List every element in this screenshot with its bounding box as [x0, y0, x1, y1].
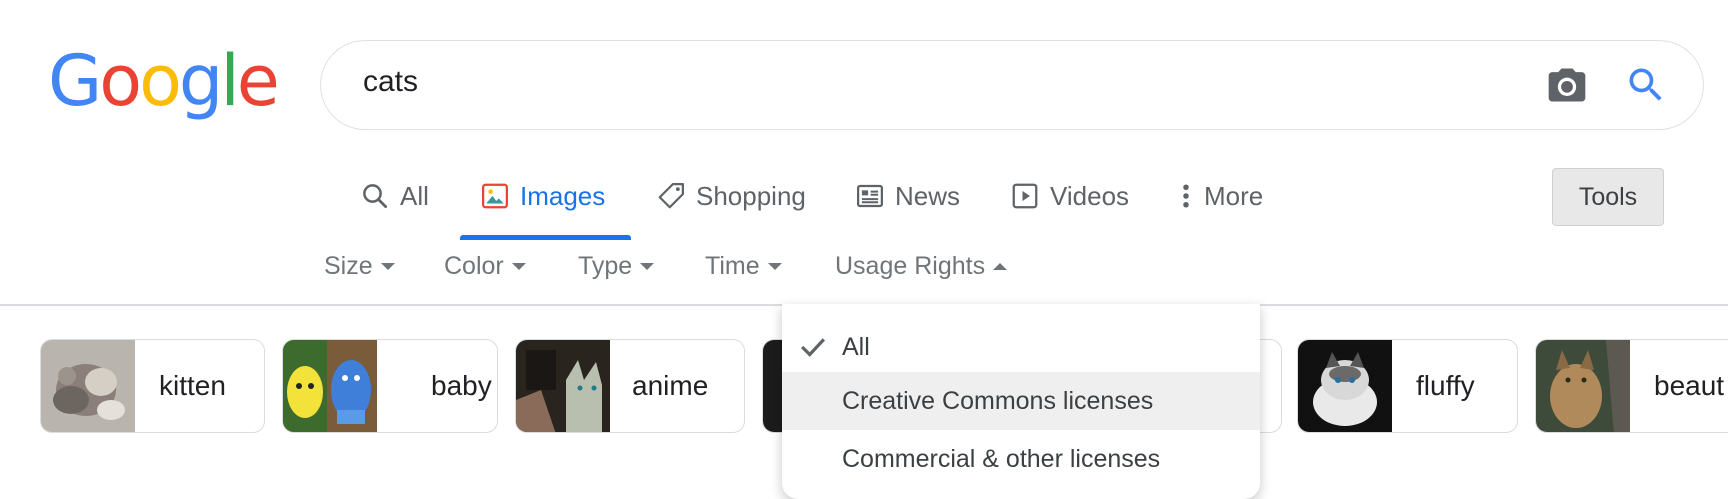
tag-icon [658, 183, 684, 209]
caret-down-icon [640, 263, 655, 270]
chip-beautiful[interactable]: beaut [1535, 339, 1728, 433]
tab-label: More [1204, 180, 1264, 211]
chip-baby[interactable]: baby [282, 339, 498, 433]
filter-type[interactable]: Type [578, 252, 655, 281]
tab-label: Images [520, 180, 606, 211]
chip-label: baby [431, 370, 492, 401]
chip-label: fluffy [1416, 370, 1475, 401]
tab-label: Shopping [696, 180, 806, 211]
news-icon [857, 184, 883, 208]
menu-item-label: Creative Commons licenses [842, 386, 1154, 415]
chip-label: kitten [159, 370, 226, 401]
caret-down-icon [511, 263, 526, 270]
image-icon [482, 183, 508, 209]
fluffy-thumbnail [1298, 340, 1392, 432]
checkmark-icon [801, 338, 826, 357]
filter-label: Usage Rights [835, 252, 986, 280]
filter-color[interactable]: Color [444, 252, 526, 281]
menu-item-commercial[interactable]: Commercial & other licenses [782, 430, 1260, 488]
beautiful-thumbnail [1536, 340, 1630, 432]
search-input[interactable]: cats [363, 65, 418, 99]
chip-fluffy[interactable]: fluffy [1297, 339, 1518, 433]
tab-label: News [895, 180, 961, 211]
search-icon[interactable] [1624, 63, 1668, 107]
tab-videos[interactable]: Videos [1010, 171, 1129, 221]
chip-label: beaut [1654, 370, 1725, 401]
search-box[interactable]: cats [320, 40, 1704, 130]
filter-time[interactable]: Time [705, 252, 782, 281]
logo-letter: G [48, 40, 102, 122]
google-logo[interactable]: Google [48, 40, 280, 122]
chip-kitten[interactable]: kitten [40, 339, 265, 433]
filter-label: Size [324, 252, 373, 280]
logo-letter: o [139, 40, 182, 122]
filter-usage-rights[interactable]: Usage Rights [835, 252, 1008, 281]
tab-news[interactable]: News [855, 171, 960, 221]
play-icon [1012, 183, 1038, 209]
chip-anime[interactable]: anime [515, 339, 745, 433]
logo-letter: e [236, 40, 280, 122]
camera-icon[interactable] [1545, 63, 1589, 107]
caret-up-icon [993, 263, 1008, 270]
tab-more[interactable]: More [1178, 171, 1263, 221]
caret-down-icon [767, 263, 782, 270]
tab-label: All [400, 180, 429, 211]
tools-button[interactable]: Tools [1552, 168, 1664, 226]
caret-down-icon [380, 263, 395, 270]
filter-label: Time [705, 252, 760, 280]
menu-item-all[interactable]: All [782, 318, 1260, 376]
tab-all[interactable]: All [360, 171, 429, 221]
menu-item-label: All [842, 332, 870, 361]
filter-label: Color [444, 252, 504, 280]
tab-label: Videos [1050, 180, 1130, 211]
logo-letter: g [178, 40, 223, 122]
anime-thumbnail [516, 340, 610, 432]
more-vert-icon [1183, 184, 1189, 208]
menu-item-creative-commons[interactable]: Creative Commons licenses [782, 372, 1260, 430]
baby-thumbnail [283, 340, 377, 432]
search-icon [363, 184, 387, 208]
filter-size[interactable]: Size [324, 252, 395, 281]
tab-images[interactable]: Images [480, 171, 605, 221]
active-tab-indicator [460, 235, 631, 240]
chip-label: anime [632, 370, 709, 401]
logo-letter: o [99, 40, 142, 122]
tab-shopping[interactable]: Shopping [656, 171, 806, 221]
kitten-thumbnail [41, 340, 135, 432]
usage-rights-menu: All Creative Commons licenses Commercial… [782, 304, 1260, 499]
logo-letter: l [220, 40, 240, 122]
menu-item-label: Commercial & other licenses [842, 444, 1161, 473]
filter-label: Type [578, 252, 633, 280]
